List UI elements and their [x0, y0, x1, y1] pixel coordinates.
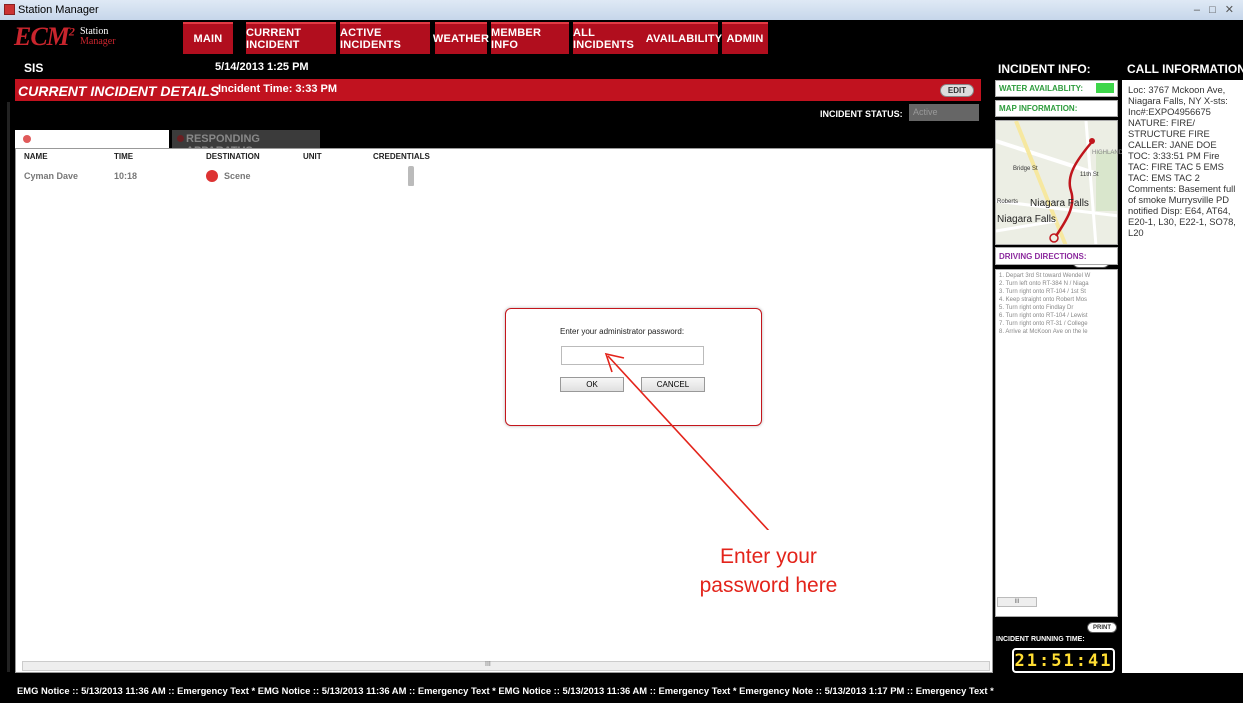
map-label: Bridge St	[1013, 166, 1038, 172]
incident-info-header: INCIDENT INFO:	[998, 62, 1091, 76]
map-label: Roberts	[997, 199, 1019, 205]
print-directions-button[interactable]: PRINT	[1087, 622, 1117, 633]
map-label: Niagara Falls	[997, 214, 1056, 225]
incident-map[interactable]	[995, 120, 1118, 245]
annotation-callout: Enter your password here	[652, 530, 885, 616]
annotation-line-1: Enter your	[720, 545, 817, 568]
direction-step: 8. Arrive at McKoon Ave on the le	[999, 329, 1088, 335]
map-label: 11th St	[1080, 172, 1099, 178]
direction-step: 1. Depart 3rd St toward Wendel W	[999, 273, 1091, 279]
driving-directions-list: 1. Depart 3rd St toward Wendel W 2. Turn…	[995, 269, 1118, 617]
water-status-indicator	[1096, 83, 1114, 93]
map-label: Niagara Falls	[1030, 198, 1089, 209]
emergency-ticker: EMG Notice :: 5/13/2013 11:36 AM :: Emer…	[0, 682, 1243, 703]
running-time-clock: 21:51:41	[1012, 648, 1115, 673]
call-information-header: CALL INFORMATION:	[1127, 62, 1243, 76]
directions-scrollbar[interactable]: III	[997, 597, 1037, 607]
running-time-label: INCIDENT RUNNING TIME:	[996, 636, 1085, 643]
direction-step: 4. Keep straight onto Robert Mos	[999, 297, 1088, 303]
map-information-label: MAP INFORMATION:	[995, 100, 1118, 117]
direction-step: 6. Turn right onto RT-104 / Lewist	[999, 313, 1088, 319]
map-label: HIGHLAND	[1092, 150, 1124, 156]
direction-step: 3. Turn right onto RT-104 / 1st St	[999, 289, 1086, 295]
direction-step: 5. Turn right onto Findlay Dr	[999, 305, 1074, 311]
annotation-line-2: password here	[699, 574, 838, 597]
direction-step: 2. Turn left onto RT-384 N / Niaga	[999, 281, 1089, 287]
driving-directions-label: DRIVING DIRECTIONS:	[995, 247, 1118, 265]
direction-step: 7. Turn right onto RT-31 / College	[999, 321, 1088, 327]
map-graphic	[996, 121, 1117, 244]
call-information-text: Loc: 3767 Mckoon Ave, Niagara Falls, NY …	[1122, 80, 1243, 673]
